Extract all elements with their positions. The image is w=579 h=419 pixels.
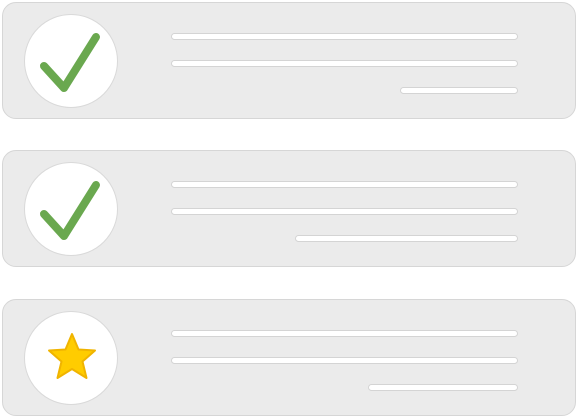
text-placeholder-line	[400, 87, 518, 94]
checkmark-icon	[40, 181, 100, 240]
text-placeholder-line	[171, 60, 518, 67]
text-placeholder-line	[171, 33, 518, 40]
star-icon	[48, 333, 96, 379]
text-placeholder-line	[171, 208, 518, 215]
text-placeholder-line	[295, 235, 518, 242]
text-placeholder-line	[171, 181, 518, 188]
checkmark-icon	[40, 33, 100, 92]
status-badge	[24, 311, 118, 405]
status-badge	[24, 162, 118, 256]
text-placeholder-line	[171, 330, 518, 337]
list-item[interactable]	[2, 2, 576, 119]
text-placeholder-line	[171, 357, 518, 364]
list-item[interactable]	[2, 299, 576, 416]
text-placeholder-line	[368, 384, 518, 391]
status-badge	[24, 14, 118, 108]
list-item[interactable]	[2, 150, 576, 267]
